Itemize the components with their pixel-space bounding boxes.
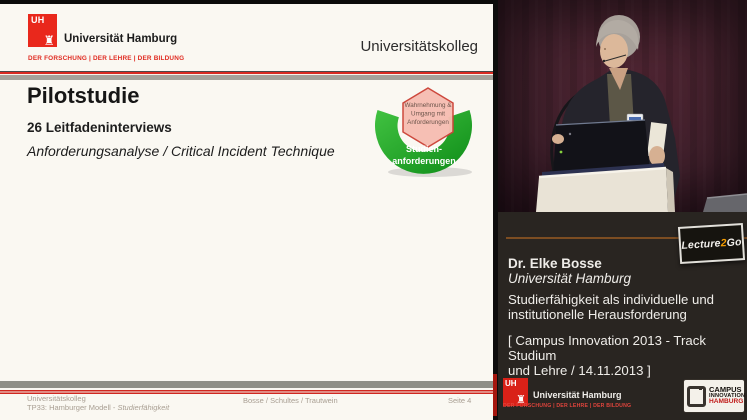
footer-gray-bar — [0, 381, 493, 388]
speaker-scene — [498, 0, 747, 212]
uhh-monogram-small: UH — [505, 379, 517, 388]
name-badge-print — [629, 117, 641, 120]
info-panel: Lecture2Go Dr. Elke Bosse Universität Ha… — [498, 212, 747, 420]
slide-bullet-bold: 26 Leitfadeninterviews — [27, 120, 172, 135]
department-name: Universitätskolleg — [360, 38, 478, 55]
footer-left: Universitätskolleg TP33: Hamburger Model… — [27, 395, 169, 412]
footer-authors: Bosse / Schultes / Trautwein — [243, 397, 338, 406]
speaker-hand-right — [649, 146, 665, 166]
hexagon-text-line2: Umgang mit — [411, 111, 445, 118]
headset-mic-tip — [603, 60, 605, 62]
event-info-line2: und Lehre / 14.11.2013 ] — [508, 363, 747, 378]
event-info: [ Campus Innovation 2013 - Track Studium… — [508, 333, 747, 378]
header-divider — [0, 71, 493, 80]
event-info-line1: [ Campus Innovation 2013 - Track Studium — [508, 333, 747, 363]
hexagon-text-line1: Wahrnehmung & — [404, 102, 452, 109]
footer-page-number: Seite 4 — [448, 397, 471, 406]
talk-title-line2: institutionelle Herausforderung — [508, 307, 714, 322]
speaker-hand-left — [552, 134, 564, 144]
laptop-logo — [569, 133, 571, 135]
uhh-logo-small: UH ♜ — [503, 378, 528, 406]
university-tagline-small: DER FORSCHUNG | DER LEHRE | DER BILDUNG — [503, 403, 631, 409]
speaker-name: Dr. Elke Bosse — [508, 256, 602, 271]
campus-line3: HAMBURG — [709, 399, 745, 406]
talk-title-line1: Studierfähigkeit als individuelle und — [508, 292, 714, 307]
uhh-monogram: UH — [31, 15, 45, 25]
hexagon-shape — [403, 88, 453, 147]
campus-innovation-text: CAMPUS INNOVATION HAMBURG — [709, 386, 745, 406]
talk-title: Studierfähigkeit als individuelle und in… — [508, 292, 714, 322]
uhh-logo: UH ♜ — [28, 14, 57, 47]
speaker-face — [600, 34, 628, 68]
university-tagline: DER FORSCHUNG | DER LEHRE | DER BILDUNG — [28, 55, 184, 62]
campus-innovation-icon — [687, 386, 706, 407]
campus-innovation-logo: CAMPUS INNOVATION HAMBURG — [683, 379, 745, 413]
footer-project-italic: Studierfähigkeit — [117, 403, 169, 412]
slide-bullet-italic: Anforderungsanalyse / Critical Incident … — [27, 143, 335, 159]
university-name: Universität Hamburg — [64, 33, 177, 45]
hexagon-text-line3: Anforderungen — [407, 119, 449, 126]
bowl-text-line2: anforderungen — [392, 156, 456, 166]
lecture-recording-frame: UH ♜ Universität Hamburg DER FORSCHUNG |… — [0, 0, 747, 420]
slide-panel: UH ♜ Universität Hamburg DER FORSCHUNG |… — [0, 0, 493, 420]
speaker-eye — [604, 48, 606, 50]
lecture2go-logo: Lecture2Go — [678, 223, 745, 264]
slide-title: Pilotstudie — [27, 83, 139, 109]
speaker-affiliation: Universität Hamburg — [508, 271, 631, 286]
requirements-diagram: Wahrnehmung & Umgang mit Anforderungen S… — [368, 84, 475, 179]
lecture2go-part3: Go — [726, 236, 742, 249]
slide-top-bar — [0, 0, 493, 4]
red-edge-strip — [493, 374, 497, 416]
footer-project: TP33: Hamburger Modell - Studierfähigkei… — [27, 404, 169, 413]
castle-tower-icon: ♜ — [43, 34, 55, 47]
footer-project-prefix: TP33: Hamburger Modell - — [27, 403, 117, 412]
speaker-video — [498, 0, 747, 212]
laptop-led — [560, 151, 563, 154]
lecture2go-part1: Lecture — [681, 237, 721, 251]
bowl-text-line1: Studien- — [406, 144, 442, 154]
university-name-small: Universität Hamburg — [533, 390, 622, 400]
